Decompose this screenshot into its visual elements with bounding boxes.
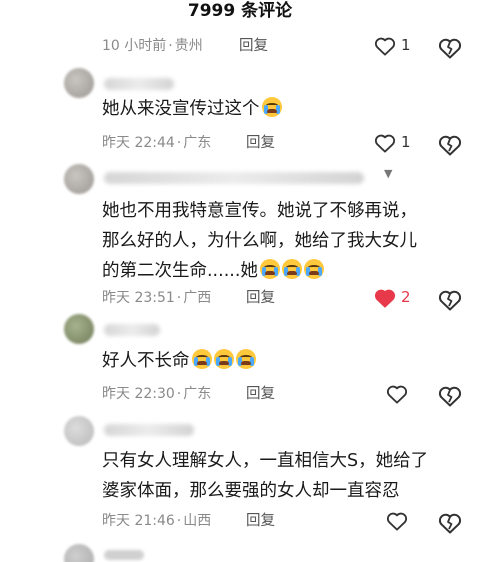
broken-heart-icon[interactable] (438, 288, 462, 312)
comment-meta: 昨天 22:30 · 广东 (102, 386, 212, 402)
like-button[interactable] (386, 510, 432, 534)
username-blurred[interactable] (104, 324, 160, 336)
comment-count-title: 7999 条评论 (187, 1, 293, 21)
username-blurred[interactable] (104, 172, 364, 184)
crying-emoji-icon (213, 349, 234, 369)
username-blurred[interactable] (104, 78, 174, 90)
comment-meta: 10 小时前 · 贵州 (102, 38, 203, 54)
avatar[interactable] (64, 544, 94, 562)
avatar[interactable] (64, 68, 94, 98)
like-button[interactable]: 2 (374, 287, 420, 311)
chevron-down-icon[interactable]: ▼ (384, 167, 392, 180)
broken-heart-icon[interactable] (438, 511, 462, 535)
crying-emoji-icon (261, 97, 282, 117)
comment-text: 好人不长命 (102, 346, 462, 376)
username-blurred[interactable] (104, 424, 194, 436)
avatar[interactable] (64, 416, 94, 446)
broken-heart-icon[interactable] (438, 384, 462, 408)
like-button[interactable] (386, 383, 432, 407)
reply-button[interactable]: 回复 (246, 288, 275, 308)
heart-outline-icon (386, 385, 408, 404)
like-count: 2 (401, 288, 411, 306)
crying-emoji-icon (191, 349, 212, 369)
comment-meta: 昨天 21:46 · 山西 (102, 513, 212, 529)
crying-emoji-icon (281, 259, 302, 279)
username-blurred[interactable] (104, 550, 144, 560)
crying-emoji-icon (303, 259, 324, 279)
like-button[interactable]: 1 (374, 132, 420, 156)
broken-heart-icon[interactable] (438, 36, 462, 60)
comment-meta: 昨天 23:51 · 广西 (102, 290, 212, 306)
like-count: 1 (401, 36, 411, 54)
broken-heart-icon[interactable] (438, 133, 462, 157)
comment-meta: 昨天 22:44 · 广东 (102, 135, 212, 151)
reply-button[interactable]: 回复 (246, 384, 275, 404)
heart-filled-icon (374, 289, 396, 308)
heart-outline-icon (374, 37, 396, 56)
crying-emoji-icon (259, 259, 280, 279)
like-button[interactable]: 1 (374, 35, 420, 59)
avatar[interactable] (64, 314, 94, 344)
reply-button[interactable]: 回复 (246, 133, 275, 153)
heart-outline-icon (386, 512, 408, 531)
crying-emoji-icon (235, 349, 256, 369)
heart-outline-icon (374, 134, 396, 153)
reply-button[interactable]: 回复 (246, 511, 275, 531)
comment-text: 只有女人理解女人，一直相信大S，她给了 婆家体面，那么要强的女人却一直容忍 (102, 451, 429, 501)
like-count: 1 (401, 133, 411, 151)
avatar[interactable] (64, 164, 94, 194)
comment-text: 她也不用我特意宣传。她说了不够再说， 那么好的人，为什么啊，她给了我大女儿 的第… (102, 201, 417, 281)
comment-text: 她从来没宣传过这个 (102, 94, 462, 124)
reply-button[interactable]: 回复 (239, 36, 268, 56)
